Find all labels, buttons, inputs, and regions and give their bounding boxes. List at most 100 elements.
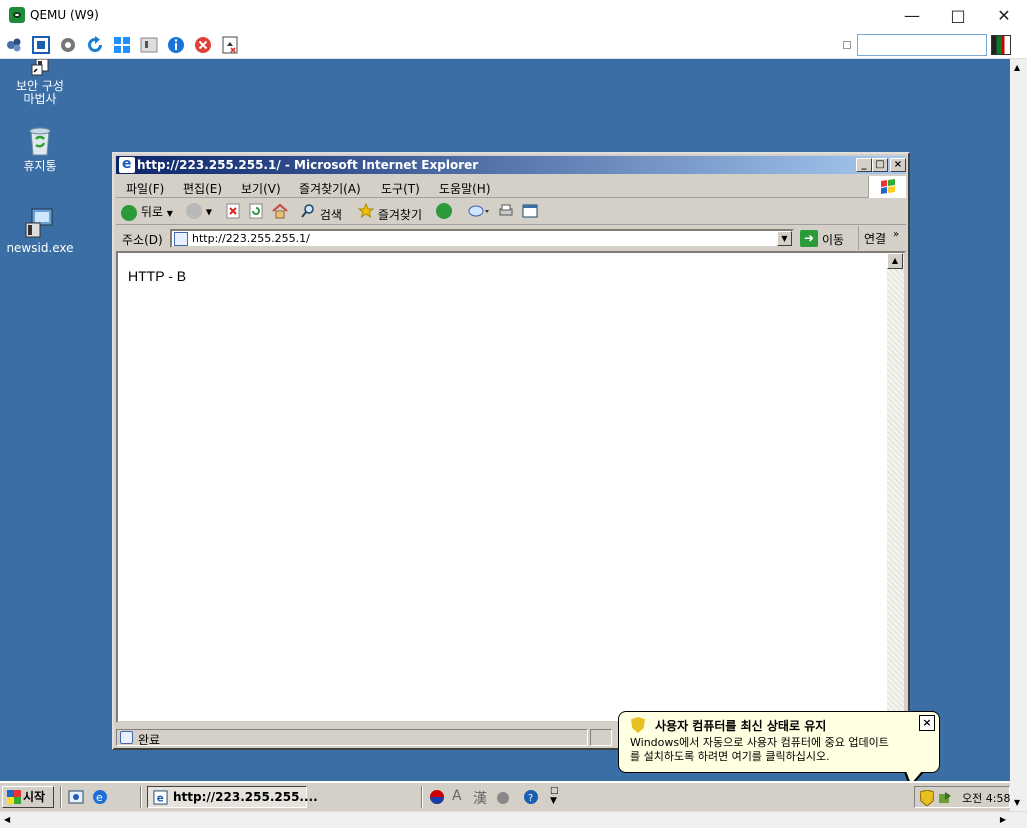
security-shield-icon[interactable]: [920, 790, 934, 806]
svg-text:e: e: [157, 792, 164, 804]
ie-quicklaunch-icon[interactable]: e: [92, 789, 108, 805]
address-dropdown-icon[interactable]: ▼: [777, 231, 792, 246]
security-wizard-icon: [24, 59, 56, 77]
gear-icon[interactable]: [59, 36, 77, 54]
ie-minimize-button[interactable]: _: [856, 158, 872, 172]
korean-ime-icon[interactable]: [429, 789, 445, 805]
go-arrow-icon: ➜: [800, 230, 818, 247]
page-text: HTTP - B: [128, 268, 187, 284]
favorites-button[interactable]: 즐겨찾기: [357, 202, 422, 222]
media-icon: [436, 203, 452, 219]
checkbox[interactable]: [843, 41, 851, 49]
qemu-logo-icon: [9, 7, 25, 23]
page-scrollbar[interactable]: ▲: [887, 253, 904, 721]
status-text: 완료: [138, 733, 161, 747]
start-label: 시작: [23, 790, 46, 804]
clock: 오전 4:58: [962, 792, 1010, 805]
address-input[interactable]: http://223.255.255.1/ ▼: [170, 229, 794, 248]
chevron-right-icon: »: [893, 229, 900, 240]
ie-close-button[interactable]: ×: [890, 158, 906, 172]
disk-icon[interactable]: [140, 36, 158, 54]
scroll-left-icon[interactable]: ◀: [4, 815, 10, 824]
windows-logo-icon[interactable]: [113, 36, 131, 54]
go-label: 이동: [822, 233, 845, 247]
show-desktop-icon[interactable]: [68, 789, 84, 805]
balloon-body: Windows에서 자동으로 사용자 컴퓨터에 중요 업데이트 를 설치하도록 …: [630, 736, 930, 764]
balloon-line: Windows에서 자동으로 사용자 컴퓨터에 중요 업데이트: [630, 736, 889, 749]
address-label: 주소(D): [122, 233, 163, 247]
refresh-button[interactable]: [248, 203, 264, 221]
taskbar-item-ie[interactable]: e http://223.255.255....: [147, 786, 318, 808]
edit-page-icon: [522, 204, 538, 218]
divider: [421, 786, 423, 808]
network-icon[interactable]: [5, 36, 23, 54]
divider: [60, 786, 62, 808]
taskbar: 시작 e e http://223.255.255.... A 漢 ? □ ▼ 오…: [0, 781, 1010, 811]
menu-file[interactable]: 파일(F): [126, 180, 164, 197]
minimize-button[interactable]: —: [889, 0, 935, 31]
ie-window: http://223.255.255.1/ - Microsoft Intern…: [112, 152, 910, 750]
ime-letter[interactable]: A: [452, 788, 462, 804]
menu-tools[interactable]: 도구(T): [381, 180, 420, 197]
update-balloon[interactable]: 사용자 컴퓨터를 최신 상태로 유지 × Windows에서 자동으로 사용자 …: [618, 711, 940, 773]
maximize-button[interactable]: □: [935, 0, 981, 31]
scroll-down-icon[interactable]: ▼: [1014, 798, 1020, 807]
forward-arrow-icon: [186, 203, 202, 219]
page-status-icon: [120, 731, 133, 744]
page-content: HTTP - B ▲: [116, 251, 906, 723]
window-title: QEMU (W9): [30, 8, 99, 22]
update-icon[interactable]: [937, 790, 953, 806]
media-button[interactable]: [436, 203, 452, 221]
stop-button[interactable]: [225, 203, 241, 221]
desktop-icon-label: 휴지통: [23, 159, 57, 173]
print-button[interactable]: [498, 203, 514, 221]
menu-edit[interactable]: 편집(E): [183, 180, 222, 197]
go-button[interactable]: ➜ 이동: [800, 229, 852, 248]
ime-options-icon[interactable]: □ ▼: [550, 786, 559, 806]
mail-icon: [468, 205, 489, 217]
newsid-icon: [24, 207, 56, 239]
host-vertical-scrollbar[interactable]: ▲ ▼: [1010, 59, 1027, 811]
forward-button[interactable]: ▼: [186, 203, 212, 221]
start-button[interactable]: 시작: [2, 786, 54, 808]
back-button[interactable]: 뒤로 ▼: [121, 203, 173, 221]
close-button[interactable]: ✕: [981, 0, 1027, 31]
printer-icon: [499, 204, 513, 216]
windows-flag-icon: [7, 790, 21, 804]
balloon-title: 사용자 컴퓨터를 최신 상태로 유지: [655, 719, 827, 733]
scroll-right-icon[interactable]: ▶: [1000, 815, 1006, 824]
menu-view[interactable]: 보기(V): [241, 180, 281, 197]
menu-help[interactable]: 도움말(H): [439, 180, 491, 197]
recycle-bin-icon: [24, 125, 56, 157]
ie-titlebar[interactable]: http://223.255.255.1/ - Microsoft Intern…: [116, 155, 906, 174]
ime-pad-icon[interactable]: [495, 789, 511, 805]
stop-icon[interactable]: [194, 36, 212, 54]
stop-page-icon: [226, 203, 240, 219]
refresh-icon[interactable]: [86, 36, 104, 54]
qemu-toolbar: [0, 31, 1027, 59]
hanja-button[interactable]: 漢: [473, 788, 487, 808]
balloon-close-button[interactable]: ×: [919, 715, 935, 731]
home-button[interactable]: [272, 203, 288, 221]
host-horizontal-scrollbar[interactable]: ◀ ▶: [0, 811, 1027, 828]
eject-icon[interactable]: [221, 36, 239, 54]
ie-maximize-button[interactable]: □: [872, 158, 888, 172]
fullscreen-icon[interactable]: [32, 36, 50, 54]
search-input[interactable]: [857, 34, 987, 56]
desktop-icon-security-wizard[interactable]: 보안 구성 마법사: [0, 59, 80, 106]
edit-button[interactable]: [522, 203, 538, 221]
scroll-up-icon[interactable]: ▲: [887, 253, 903, 269]
divider: [140, 786, 142, 808]
desktop-icon-newsid[interactable]: newsid.exe: [0, 207, 80, 255]
chevron-down-icon: ▼: [166, 209, 173, 218]
links-label: 연결: [864, 232, 887, 246]
mail-button[interactable]: [468, 203, 490, 221]
help-icon[interactable]: ?: [523, 789, 539, 805]
page-icon: [174, 232, 188, 246]
menu-favorites[interactable]: 즐겨찾기(A): [299, 180, 361, 197]
scroll-up-icon[interactable]: ▲: [1014, 63, 1020, 72]
search-button[interactable]: 검색: [300, 203, 342, 222]
info-icon[interactable]: [167, 36, 185, 54]
desktop-icon-recycle-bin[interactable]: 휴지통: [0, 125, 80, 173]
links-button[interactable]: 연결 »: [858, 226, 906, 250]
